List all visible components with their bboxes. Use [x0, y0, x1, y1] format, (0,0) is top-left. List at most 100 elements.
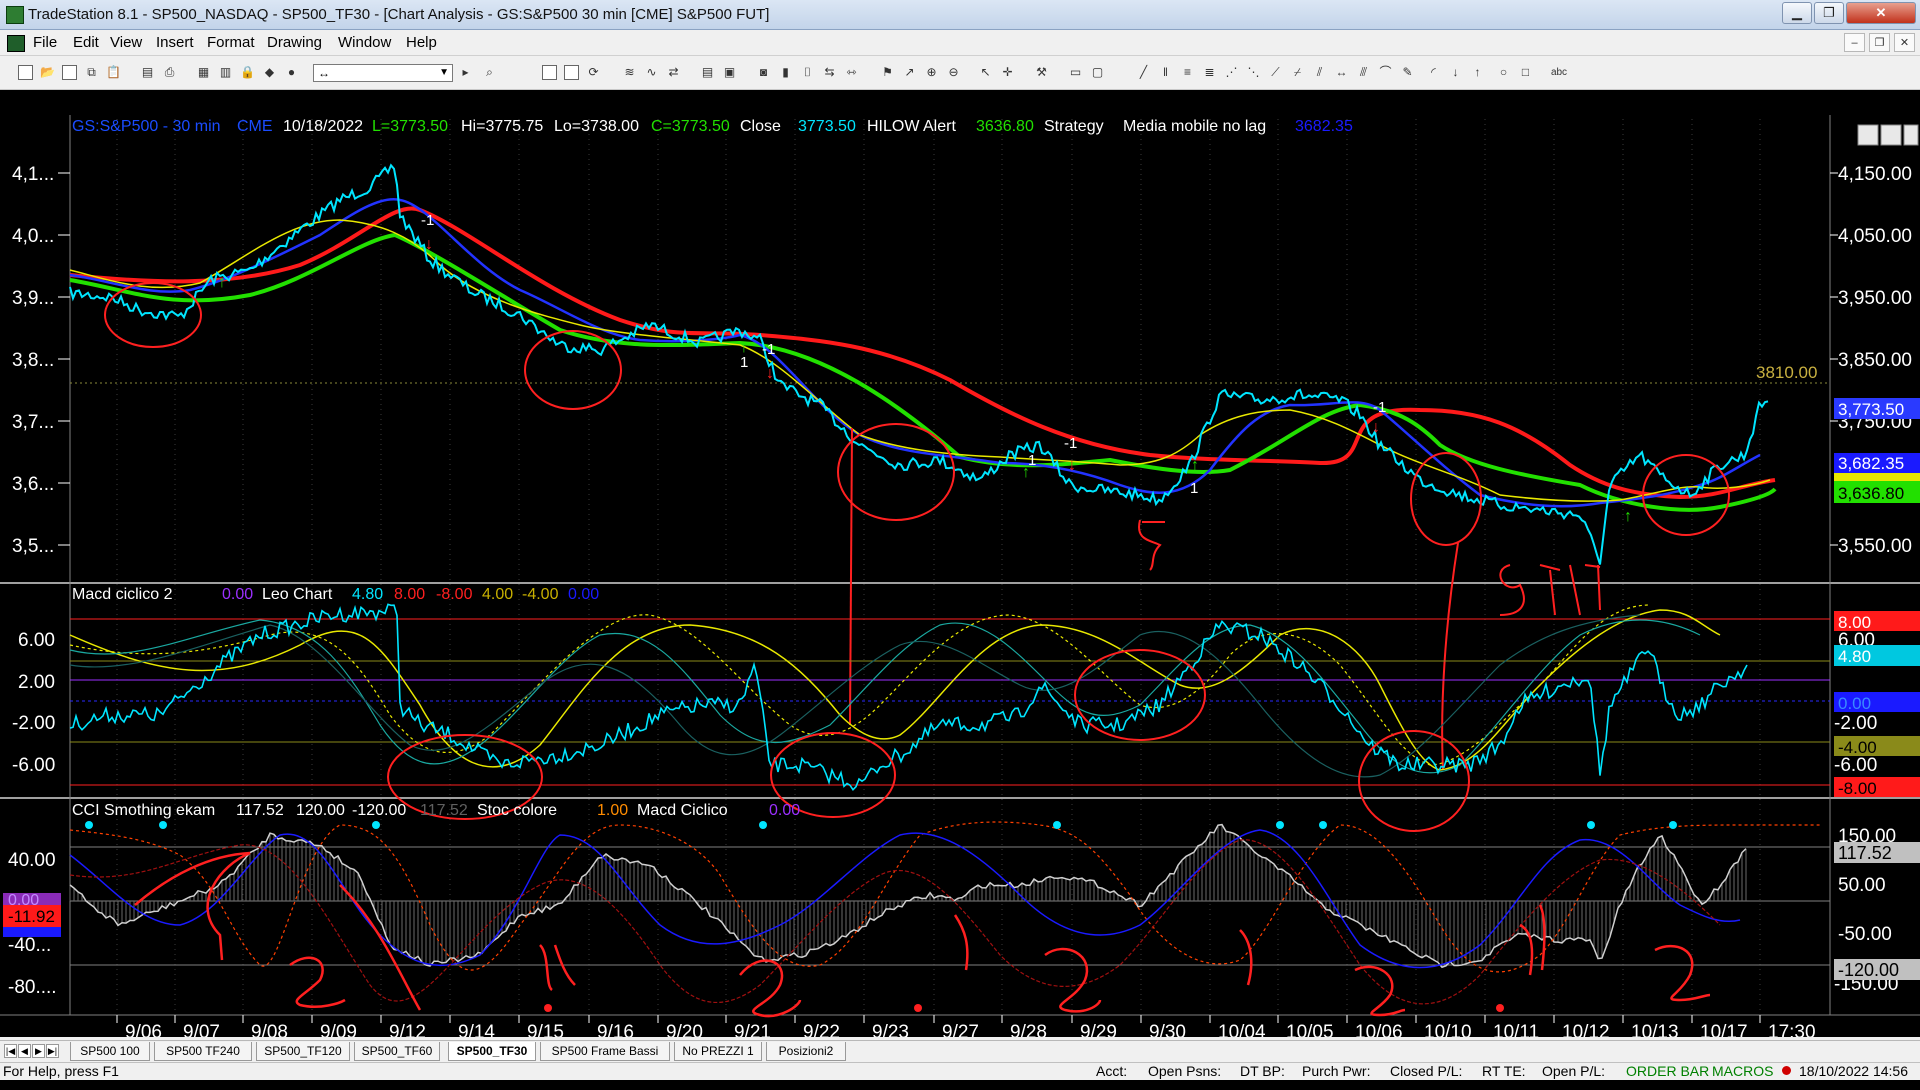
panel-minimize-button[interactable]	[1857, 124, 1879, 146]
copy-icon[interactable]: ⧉	[84, 65, 99, 80]
arrow-up-icon[interactable]: ↓	[1448, 65, 1463, 80]
curve-icon[interactable]: ⌒	[1378, 65, 1393, 80]
drawing-tool-select[interactable]: ↔ ▼	[313, 64, 453, 82]
play-icon[interactable]: ▸	[458, 65, 473, 80]
compress-icon[interactable]: ⇿	[844, 65, 859, 80]
maximize-button[interactable]: ❐	[1814, 2, 1844, 24]
arc-icon[interactable]: ◜	[1426, 65, 1441, 80]
print-icon[interactable]: ⎙	[162, 65, 177, 80]
refresh-icon[interactable]: ⟳	[586, 65, 601, 80]
new-window-icon[interactable]	[62, 65, 77, 80]
parallel-lines-icon[interactable]: ⫻	[1356, 65, 1371, 80]
tab-last-button[interactable]: ▶|	[46, 1044, 59, 1058]
strategy-label-2: -1	[762, 341, 775, 358]
speed-lines-icon[interactable]: ⟋	[1268, 65, 1283, 80]
tools-icon[interactable]: ⚒	[1034, 65, 1049, 80]
panel-restore-button[interactable]	[1880, 124, 1902, 146]
tab-first-button[interactable]: |◀	[4, 1044, 17, 1058]
status-macros[interactable]: MACROS	[1712, 1063, 1773, 1079]
cci-value-7: 0.00	[769, 802, 800, 819]
buy-arrow-icon: ↑	[1191, 457, 1199, 474]
andrews-pitchfork-icon[interactable]: ⌿	[1290, 65, 1305, 80]
menu-window[interactable]: Window	[338, 34, 391, 51]
radar-icon[interactable]: ◙	[756, 65, 771, 80]
chart-close-eq: C=3773.50	[651, 118, 730, 135]
strategy-icon[interactable]: ⇄	[666, 65, 681, 80]
ellipse-icon[interactable]: ○	[1496, 65, 1511, 80]
activity-bar-icon[interactable]: ▮	[778, 65, 793, 80]
show-me-icon[interactable]: ▤	[700, 65, 715, 80]
menu-file[interactable]: File	[33, 34, 57, 51]
zoom-in-icon[interactable]: ⊕	[924, 65, 939, 80]
status-datetime: 18/10/2022 14:56	[1799, 1063, 1908, 1079]
chart-hilow-label: HILOW Alert	[867, 118, 956, 135]
horizontal-lines-icon[interactable]: ≡	[1180, 65, 1195, 80]
save-icon[interactable]: ▤	[140, 65, 155, 80]
tab-sp500-100[interactable]: SP500 100	[70, 1042, 150, 1061]
text-icon[interactable]: abc	[1548, 65, 1570, 80]
status-order-bar[interactable]: ORDER BAR	[1626, 1063, 1709, 1079]
format-icon[interactable]	[564, 65, 579, 80]
scroll-icon[interactable]: ⇆	[822, 65, 837, 80]
chart-window-icon[interactable]: ▦	[196, 65, 211, 80]
menu-insert[interactable]: Insert	[156, 34, 194, 51]
tab-sp500-tf120[interactable]: SP500_TF120	[256, 1042, 350, 1061]
shapes-icon[interactable]: ●	[284, 65, 299, 80]
tab-sp500-frame-bassi[interactable]: SP500 Frame Bassi	[540, 1042, 670, 1061]
zoom-out-icon[interactable]: ⊖	[946, 65, 961, 80]
tab-no-prezzi-1[interactable]: No PREZZI 1	[674, 1042, 762, 1061]
open-icon[interactable]: 📂	[40, 65, 55, 80]
menu-edit[interactable]: Edit	[73, 34, 99, 51]
mdi-minimize-button[interactable]: –	[1844, 33, 1865, 52]
document-icon[interactable]	[7, 35, 25, 52]
grid-window-icon[interactable]: ▥	[218, 65, 233, 80]
pen-icon[interactable]: ✎	[1400, 65, 1415, 80]
paste-icon[interactable]: 📋	[106, 65, 121, 80]
cci-badge-upper: 117.52	[1838, 843, 1892, 863]
mdi-restore-button[interactable]: ❐	[1869, 33, 1890, 52]
close-button[interactable]: ✕	[1846, 2, 1916, 24]
tab-sp500-tf30[interactable]: SP500_TF30	[448, 1042, 536, 1061]
price-series-icon[interactable]: ⌷	[800, 65, 815, 80]
new-icon[interactable]	[18, 65, 33, 80]
channel-icon[interactable]: ≣	[1202, 65, 1217, 80]
pointer-icon[interactable]: ↖	[978, 65, 993, 80]
tab-next-button[interactable]: ▶	[32, 1044, 45, 1058]
tab-sp500-tf240[interactable]: SP500 TF240	[154, 1042, 252, 1061]
line-chart-icon[interactable]: ↗	[902, 65, 917, 80]
chart-area[interactable]: GS:S&P500 - 30 min CME 10/18/2022 L=3773…	[0, 90, 1920, 1090]
menu-help[interactable]: Help	[406, 34, 437, 51]
bag-icon[interactable]: ◆	[262, 65, 277, 80]
lock-icon[interactable]: 🔒	[240, 65, 255, 80]
rectangle-icon[interactable]: □	[1518, 65, 1533, 80]
app-icon	[6, 6, 24, 24]
bar-spacing-icon[interactable]: ≋	[622, 65, 637, 80]
regression-icon[interactable]: ⫽	[1312, 65, 1327, 80]
drawing-object-icon[interactable]: ▢	[1090, 65, 1105, 80]
zoom-data-icon[interactable]: ⌕	[482, 65, 497, 80]
tab-prev-button[interactable]: ◀	[18, 1044, 31, 1058]
arrow-down-icon[interactable]: ↑	[1470, 65, 1485, 80]
menu-drawing[interactable]: Drawing	[267, 34, 322, 51]
indicator-icon[interactable]: ∿	[644, 65, 659, 80]
tab-posizioni2[interactable]: Posizioni2	[766, 1042, 846, 1061]
mdi-close-button[interactable]: ✕	[1894, 33, 1915, 52]
paint-bar-icon[interactable]: ▣	[722, 65, 737, 80]
tab-sp500-tf60[interactable]: SP500_TF60	[354, 1042, 440, 1061]
crosshair-icon[interactable]: ✛	[1000, 65, 1015, 80]
trendline-icon[interactable]: ╱	[1136, 65, 1151, 80]
sell-arrow-icon: ↓	[1372, 419, 1380, 436]
extend-icon[interactable]: ↔	[1334, 65, 1349, 80]
panel-close-button[interactable]	[1903, 124, 1919, 146]
insert-analysis-icon[interactable]	[542, 65, 557, 80]
minimize-button[interactable]: ▁	[1782, 2, 1812, 24]
vertical-lines-icon[interactable]: ‖	[1158, 65, 1173, 80]
gann-fan-icon[interactable]: ⋱	[1246, 65, 1261, 80]
fibonacci-icon[interactable]: ⋰	[1224, 65, 1239, 80]
bar-chart-icon[interactable]: ⚑	[880, 65, 895, 80]
data-window-icon[interactable]: ▭	[1068, 65, 1083, 80]
menu-format[interactable]: Format	[207, 34, 255, 51]
macd-value-0: 0.00	[222, 586, 253, 603]
price-axis-left-1: 4,0...	[12, 226, 54, 247]
menu-view[interactable]: View	[110, 34, 142, 51]
